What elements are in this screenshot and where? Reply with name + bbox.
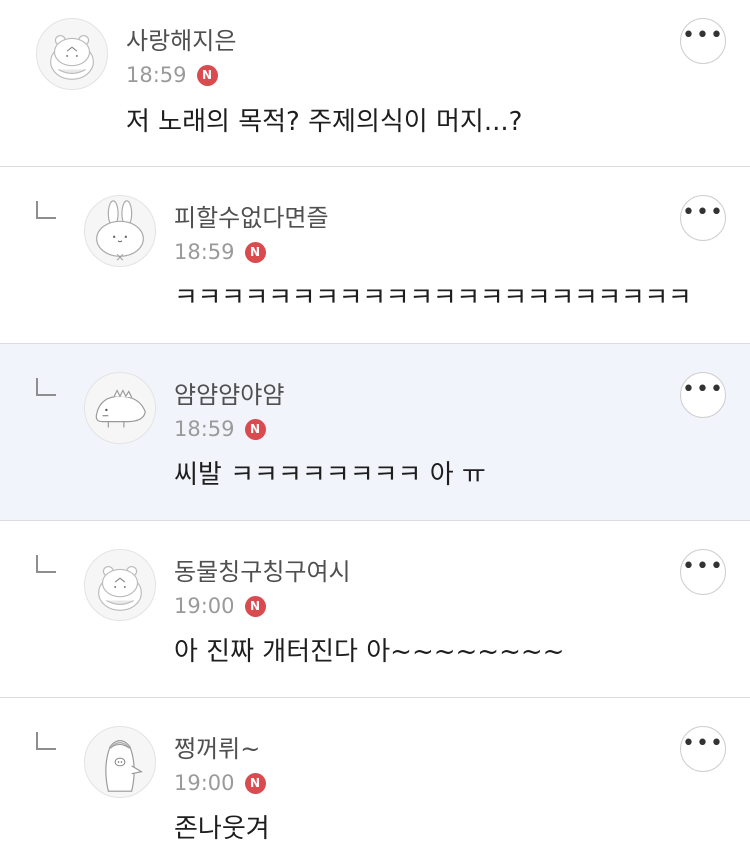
reply-arrow-icon [36, 555, 56, 573]
reply-arrow-icon [36, 378, 56, 396]
comment-nickname[interactable]: 동물칭구칭구여시 [174, 557, 351, 587]
comment-text: 아 진짜 개터진다 아~~~~~~~~ [174, 637, 565, 667]
comment-time: 18:59 [126, 63, 187, 87]
more-options-button[interactable]: ••• [680, 726, 726, 772]
hamster-avatar-icon[interactable] [84, 549, 156, 621]
reply-arrow-icon [36, 201, 56, 219]
comment-text: 존나웃겨 [174, 814, 270, 844]
comment-nickname[interactable]: 쩡꺼뤼~ [174, 734, 260, 764]
comment-time: 18:59 [174, 417, 235, 441]
comment-item: 쩡꺼뤼~ 19:00 N 존나웃겨 ••• [0, 698, 750, 862]
comment-time: 19:00 [174, 594, 235, 618]
comment-time: 19:00 [174, 771, 235, 795]
reply-arrow-icon [36, 732, 56, 750]
comment-meta: 18:59 N [126, 62, 218, 88]
hamster-avatar-icon[interactable] [36, 18, 108, 90]
comment-item: 피할수없다면즐 18:59 N ㅋㅋㅋㅋㅋㅋㅋㅋㅋㅋㅋㅋㅋㅋㅋㅋㅋㅋㅋㅋㅋㅋ •… [0, 167, 750, 344]
comment-meta: 19:00 N [174, 770, 266, 796]
comment-meta: 18:59 N [174, 416, 266, 442]
dinosaur-avatar-icon[interactable] [84, 372, 156, 444]
comment-text: ㅋㅋㅋㅋㅋㅋㅋㅋㅋㅋㅋㅋㅋㅋㅋㅋㅋㅋㅋㅋㅋㅋ [174, 283, 692, 313]
comment-nickname[interactable]: 사랑해지은 [126, 26, 236, 56]
more-icon: ••• [682, 23, 724, 48]
more-options-button[interactable]: ••• [680, 195, 726, 241]
new-badge: N [244, 241, 266, 263]
comment-item: 사랑해지은 18:59 N 저 노래의 목적? 주제의식이 머지...? ••• [0, 0, 750, 167]
more-icon: ••• [682, 377, 724, 402]
comment-meta: 19:00 N [174, 593, 266, 619]
comment-item: 동물칭구칭구여시 19:00 N 아 진짜 개터진다 아~~~~~~~~ ••• [0, 521, 750, 698]
comment-nickname[interactable]: 얌얌얌야얌 [174, 380, 284, 410]
comment-nickname[interactable]: 피할수없다면즐 [174, 203, 329, 233]
more-options-button[interactable]: ••• [680, 18, 726, 64]
comment-meta: 18:59 N [174, 239, 266, 265]
more-icon: ••• [682, 554, 724, 579]
new-badge: N [244, 418, 266, 440]
more-icon: ••• [682, 731, 724, 756]
penguin-avatar-icon[interactable] [84, 726, 156, 798]
comment-text: 씨발 ㅋㅋㅋㅋㅋㅋㅋㅋ 아 ㅠ [174, 460, 486, 490]
more-options-button[interactable]: ••• [680, 372, 726, 418]
rabbit-avatar-icon[interactable] [84, 195, 156, 267]
more-options-button[interactable]: ••• [680, 549, 726, 595]
comment-time: 18:59 [174, 240, 235, 264]
new-badge: N [196, 64, 218, 86]
new-badge: N [244, 772, 266, 794]
comment-text: 저 노래의 목적? 주제의식이 머지...? [126, 107, 523, 137]
new-badge: N [244, 595, 266, 617]
comment-item: 얌얌얌야얌 18:59 N 씨발 ㅋㅋㅋㅋㅋㅋㅋㅋ 아 ㅠ ••• [0, 344, 750, 521]
more-icon: ••• [682, 200, 724, 225]
